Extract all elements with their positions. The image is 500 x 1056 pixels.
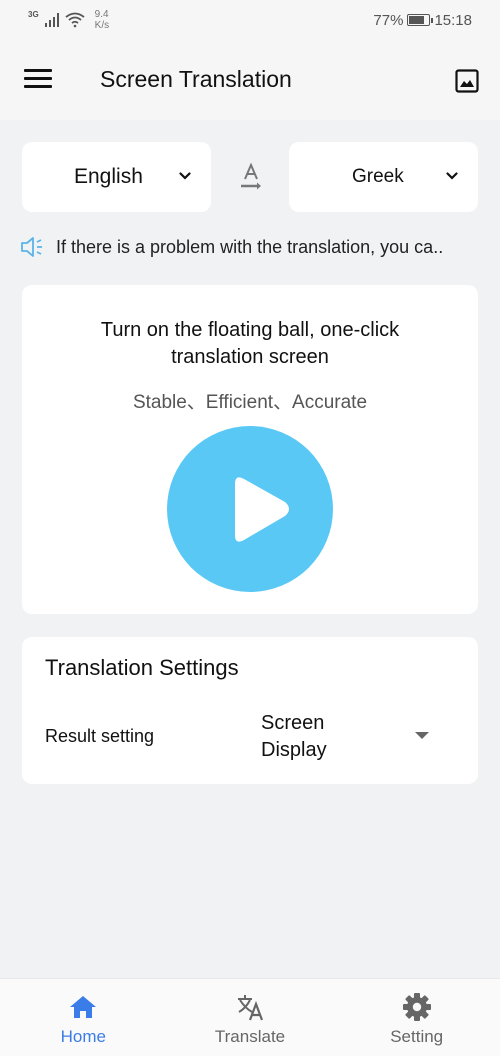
status-bar: 3G 9.4 K/s 77% 15:18 — [0, 0, 500, 40]
target-language-select[interactable]: Greek — [289, 142, 478, 212]
signal-icon — [44, 13, 59, 27]
speed-unit: K/s — [94, 20, 110, 31]
status-right: 77% 15:18 — [373, 12, 472, 29]
play-icon — [235, 477, 289, 542]
translation-settings-card: Translation Settings Result setting Scre… — [22, 637, 478, 784]
nav-home-label: Home — [60, 1027, 107, 1046]
result-setting-label: Result setting — [45, 726, 155, 746]
settings-title: Translation Settings — [45, 655, 239, 680]
gear-icon — [402, 993, 431, 1021]
nav-home[interactable]: Home — [0, 979, 167, 1056]
notice-text: If there is a problem with the translati… — [56, 236, 444, 257]
image-icon[interactable] — [455, 69, 479, 93]
translate-icon — [238, 995, 264, 1021]
chevron-down-icon — [446, 172, 458, 180]
network-type: 3G — [28, 9, 39, 19]
chevron-down-icon — [179, 172, 191, 180]
hamburger-menu-icon[interactable] — [24, 69, 52, 89]
wifi-icon — [65, 12, 85, 28]
bottom-nav: Home Translate Setting — [0, 978, 500, 1056]
nav-setting[interactable]: Setting — [333, 979, 500, 1056]
status-left: 3G 9.4 K/s — [28, 9, 109, 31]
speed-value: 9.4 — [94, 9, 109, 20]
start-floating-ball-button[interactable] — [167, 426, 333, 592]
clock: 15:18 — [434, 11, 472, 29]
result-setting-dropdown[interactable]: Screen Display — [261, 710, 461, 766]
battery-percent: 77% — [373, 11, 404, 29]
result-setting-value: Screen Display — [261, 712, 327, 761]
speaker-icon — [21, 237, 42, 257]
source-language-select[interactable]: English — [22, 142, 211, 212]
card-title: Turn on the floating ball, one-click tra… — [100, 319, 400, 368]
translation-notice[interactable]: If there is a problem with the translati… — [20, 236, 490, 258]
home-icon — [70, 996, 97, 1018]
nav-translate-label: Translate — [214, 1027, 286, 1046]
app-header: Screen Translation — [0, 40, 500, 120]
page-title: Screen Translation — [100, 66, 292, 92]
source-language-label: English — [74, 165, 143, 188]
nav-setting-label: Setting — [390, 1027, 444, 1046]
target-language-label: Greek — [352, 166, 404, 187]
battery-fill — [409, 16, 425, 24]
floating-ball-card: Turn on the floating ball, one-click tra… — [22, 285, 478, 614]
nav-translate[interactable]: Translate — [167, 979, 334, 1056]
card-subtitle: Stable、Efficient、Accurate — [132, 392, 368, 413]
text-direction-icon[interactable] — [238, 163, 264, 191]
network-speed: 9.4 K/s — [95, 9, 109, 31]
battery-icon — [407, 14, 434, 26]
caret-down-icon — [415, 732, 429, 739]
